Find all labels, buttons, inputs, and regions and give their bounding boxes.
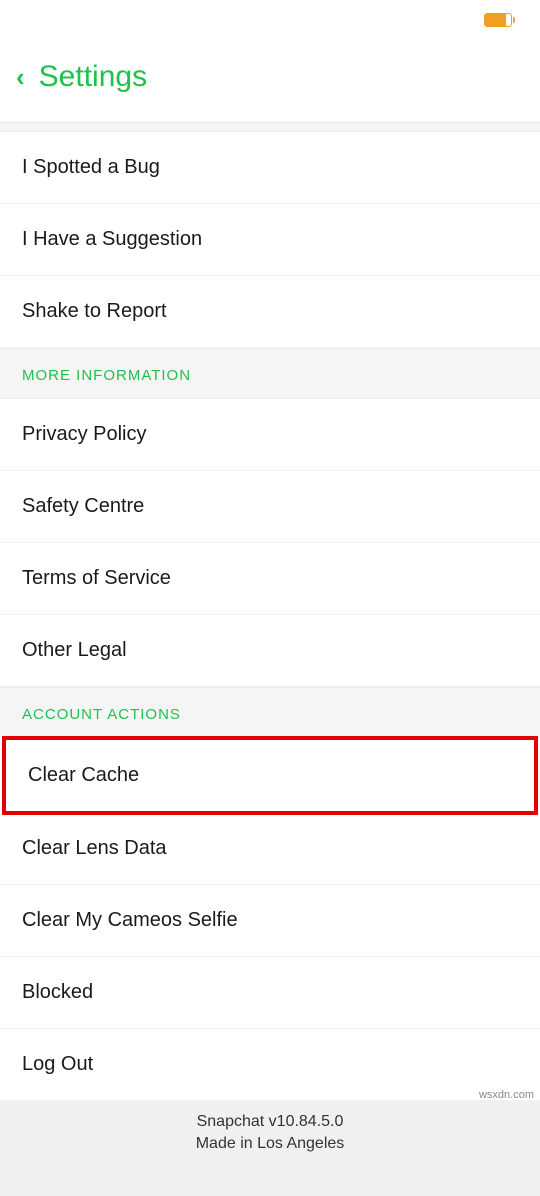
app-version: Snapchat v10.84.5.0 xyxy=(0,1111,540,1133)
battery-icon xyxy=(484,13,512,27)
item-other-legal[interactable]: Other Legal xyxy=(0,615,540,687)
section-header-account-actions: ACCOUNT ACTIONS xyxy=(0,687,540,738)
item-label: Clear Lens Data xyxy=(22,837,167,859)
item-spotted-bug[interactable]: I Spotted a Bug xyxy=(0,132,540,204)
item-label: Shake to Report xyxy=(22,300,167,322)
item-privacy-policy[interactable]: Privacy Policy xyxy=(0,399,540,471)
item-clear-cache[interactable]: Clear Cache xyxy=(2,736,538,815)
page-title: Settings xyxy=(39,60,147,94)
item-label: Clear My Cameos Selfie xyxy=(22,909,238,931)
section-divider xyxy=(0,122,540,132)
back-icon[interactable]: ‹ xyxy=(16,64,25,90)
item-shake-report[interactable]: Shake to Report xyxy=(0,276,540,348)
item-label: I Have a Suggestion xyxy=(22,228,202,250)
item-log-out[interactable]: Log Out xyxy=(0,1029,540,1101)
footer: Snapchat v10.84.5.0 Made in Los Angeles xyxy=(0,1101,540,1196)
item-clear-cameos[interactable]: Clear My Cameos Selfie xyxy=(0,885,540,957)
item-suggestion[interactable]: I Have a Suggestion xyxy=(0,204,540,276)
item-label: Terms of Service xyxy=(22,567,171,589)
app-tagline: Made in Los Angeles xyxy=(0,1133,540,1155)
item-label: Clear Cache xyxy=(28,764,139,786)
watermark: wsxdn.com xyxy=(479,1089,534,1101)
section-header-more-info: MORE INFORMATION xyxy=(0,348,540,399)
settings-header: ‹ Settings xyxy=(0,40,540,122)
item-label: I Spotted a Bug xyxy=(22,156,160,178)
item-clear-lens-data[interactable]: Clear Lens Data xyxy=(0,813,540,885)
item-label: Log Out xyxy=(22,1053,93,1075)
item-label: Other Legal xyxy=(22,639,127,661)
item-label: Privacy Policy xyxy=(22,423,146,445)
item-safety-centre[interactable]: Safety Centre xyxy=(0,471,540,543)
item-label: Blocked xyxy=(22,981,93,1003)
item-label: Safety Centre xyxy=(22,495,144,517)
status-bar xyxy=(0,0,540,40)
item-blocked[interactable]: Blocked xyxy=(0,957,540,1029)
battery-fill xyxy=(485,14,506,26)
item-terms-service[interactable]: Terms of Service xyxy=(0,543,540,615)
